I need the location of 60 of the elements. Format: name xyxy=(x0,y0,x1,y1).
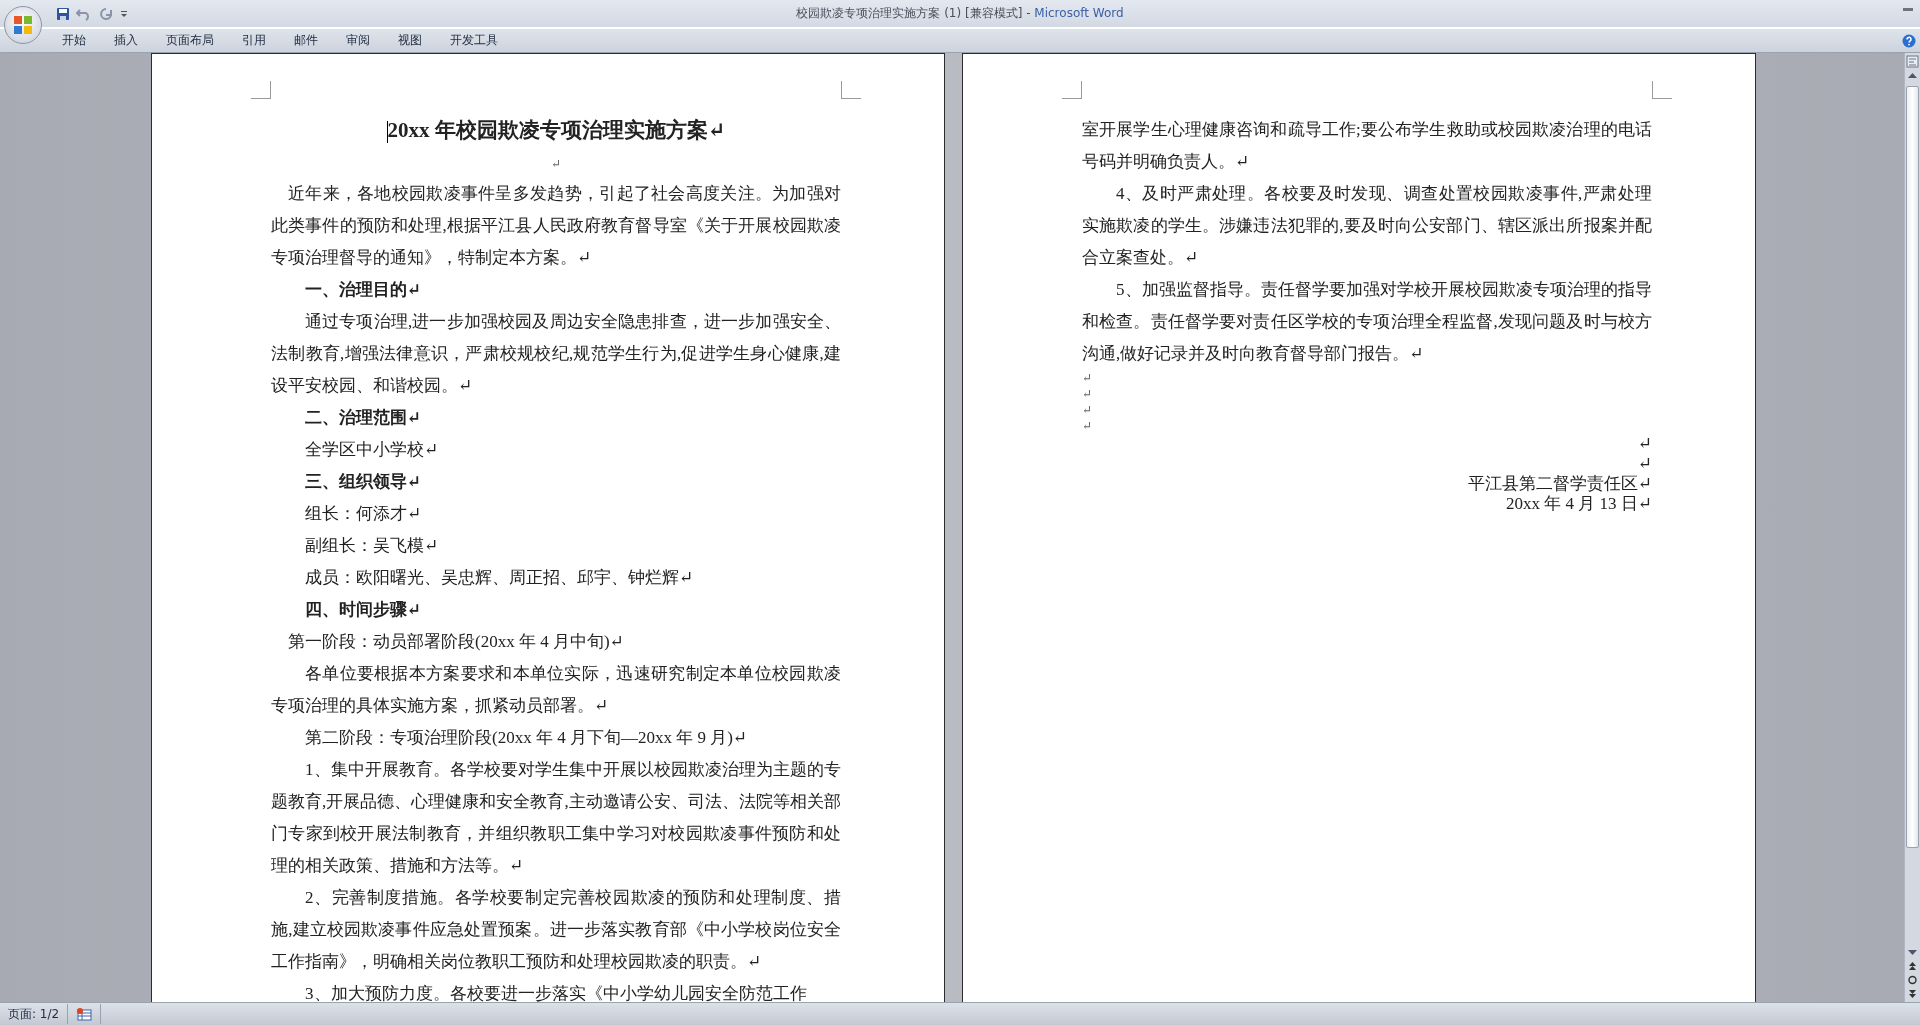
paragraph-mark: ↵ xyxy=(1082,418,1094,434)
paragraph: 副组长：吴飞模↵ xyxy=(304,535,440,557)
paragraph: 3、加大预防力度。各校要进一步落实《中小学幼儿园安全防范工作 xyxy=(304,983,808,1002)
app-name: Microsoft Word xyxy=(1034,6,1124,20)
paragraph: 第一阶段：动员部署阶段(20xx 年 4 月中旬)↵ xyxy=(287,631,625,653)
office-logo-icon xyxy=(12,14,34,36)
section-heading: 四、时间步骤↵ xyxy=(304,599,423,621)
crop-mark xyxy=(1652,81,1672,99)
paragraph: 第二阶段：专项治理阶段(20xx 年 4 月下旬—20xx 年 9 月)↵ xyxy=(304,727,749,749)
page-counter[interactable]: 页面: 1/2 xyxy=(8,1005,60,1023)
paragraph: 2、完善制度措施。各学校要制定完善校园欺凌的预防和处理制度、措施,建立校园欺凌事件应急处置预案。进一步落实教育部《中小学校岗位安全工作指南》，明确相关岗位教职工预防和处理校园欺凌的职责。↵ xyxy=(271,887,841,973)
next-page-icon[interactable] xyxy=(1906,988,1919,1000)
paragraph-mark: ↵ xyxy=(1082,370,1094,386)
paragraph: 近年来，各地校园欺凌事件呈多发趋势，引起了社会高度关注。为加强对此类事件的预防和处理,根据平江县人民政府教育督导室《关于开展校园欺凌专项治理督导的通知》，特制定本方案。↵ xyxy=(271,183,841,269)
ruler-toggle-icon[interactable] xyxy=(1906,55,1919,68)
paragraph-mark: ↵ xyxy=(1082,386,1094,402)
scrollbar-thumb[interactable] xyxy=(1906,86,1919,848)
undo-icon[interactable] xyxy=(76,6,92,21)
crop-mark xyxy=(1062,81,1082,99)
document-title: 20xx 年校园欺凌专项治理实施方案↵ xyxy=(387,118,726,142)
ribbon-tab[interactable]: 审阅 xyxy=(332,32,384,49)
signature-line: 平江县第二督学责任区↵ xyxy=(1466,474,1652,494)
ribbon-tab[interactable]: 开始 xyxy=(48,32,100,49)
ribbon-tab[interactable]: 引用 xyxy=(228,32,280,49)
paragraph: 各单位要根据本方案要求和本单位实际，迅速研究制定本单位校园欺凌专项治理的具体实施方案，抓紧动员部署。↵ xyxy=(271,663,841,717)
paragraph: 组长：何添才↵ xyxy=(304,503,423,525)
previous-page-icon[interactable] xyxy=(1906,960,1919,972)
paragraph-mark: ↵ xyxy=(549,156,563,173)
ribbon-tab[interactable]: 视图 xyxy=(384,32,436,49)
ribbon-tab[interactable]: 插入 xyxy=(100,32,152,49)
ribbon-tab[interactable]: 开发工具 xyxy=(436,32,512,49)
paragraph: 成员：欧阳曙光、吴忠辉、周正招、邱宇、钟烂辉↵ xyxy=(304,567,695,589)
section-heading: 一、治理目的↵ xyxy=(304,279,423,301)
ribbon-tab[interactable]: 邮件 xyxy=(280,32,332,49)
section-heading: 二、治理范围↵ xyxy=(304,407,423,429)
section-heading: 三、组织领导↵ xyxy=(304,471,423,493)
office-button[interactable] xyxy=(4,6,42,44)
paragraph-mark: ↵ xyxy=(1082,402,1094,418)
crop-mark xyxy=(841,81,861,99)
crop-mark xyxy=(251,81,271,99)
signature-line: ↵ xyxy=(1636,434,1652,454)
paragraph: 通过专项治理,进一步加强校园及周边安全隐患排查，进一步加强安全、法制教育,增强法律意识，严肃校规校纪,规范学生行为,促进学生身心健康,建设平安校园、和谐校园。↵ xyxy=(271,311,841,397)
signature-line: ↵ xyxy=(1636,454,1652,474)
ribbon-tab[interactable]: 页面布局 xyxy=(152,32,228,49)
customize-caret-icon[interactable] xyxy=(120,8,128,19)
window-title: 校园欺凌专项治理实施方案 (1) [兼容模式] - xyxy=(796,6,1032,20)
paragraph: 1、集中开展教育。各学校要对学生集中开展以校园欺凌治理为主题的专题教育,开展品德、心理健康和安全教育,主动邀请公安、司法、法院等相关部门专家到校开展法制教育，并组织教职工集中学习对校园欺凌事件预防和处理的相关政策、措施和方法等。↵ xyxy=(271,759,841,877)
browse-object-icon[interactable] xyxy=(1906,974,1919,986)
paragraph: 5、加强监督指导。责任督学要加强对学校开展校园欺凌专项治理的指导和检查。责任督学要对责任区学校的专项治理全程监督,发现问题及时与校方沟通,做好记录并及时向教育督导部门报告。↵ xyxy=(1082,279,1652,365)
scroll-up-icon[interactable] xyxy=(1906,70,1919,80)
signature-line: 20xx 年 4 月 13 日↵ xyxy=(1505,494,1652,514)
paragraph: 4、及时严肃处理。各校要及时发现、调查处置校园欺凌事件,严肃处理实施欺凌的学生。涉嫌违法犯罪的,要及时向公安部门、辖区派出所报案并配合立案查处。↵ xyxy=(1082,183,1652,269)
save-icon[interactable] xyxy=(56,6,70,21)
paragraph: 室开展学生心理健康咨询和疏导工作;要公布学生救助或校园欺凌治理的电话号码并明确负责人。↵ xyxy=(1082,119,1652,173)
text-cursor xyxy=(386,121,388,144)
help-icon[interactable] xyxy=(1902,33,1916,48)
paragraph: 全学区中小学校↵ xyxy=(304,439,440,461)
macro-record-icon[interactable] xyxy=(76,1007,93,1021)
scroll-down-icon[interactable] xyxy=(1906,948,1919,958)
redo-icon[interactable] xyxy=(98,6,114,21)
